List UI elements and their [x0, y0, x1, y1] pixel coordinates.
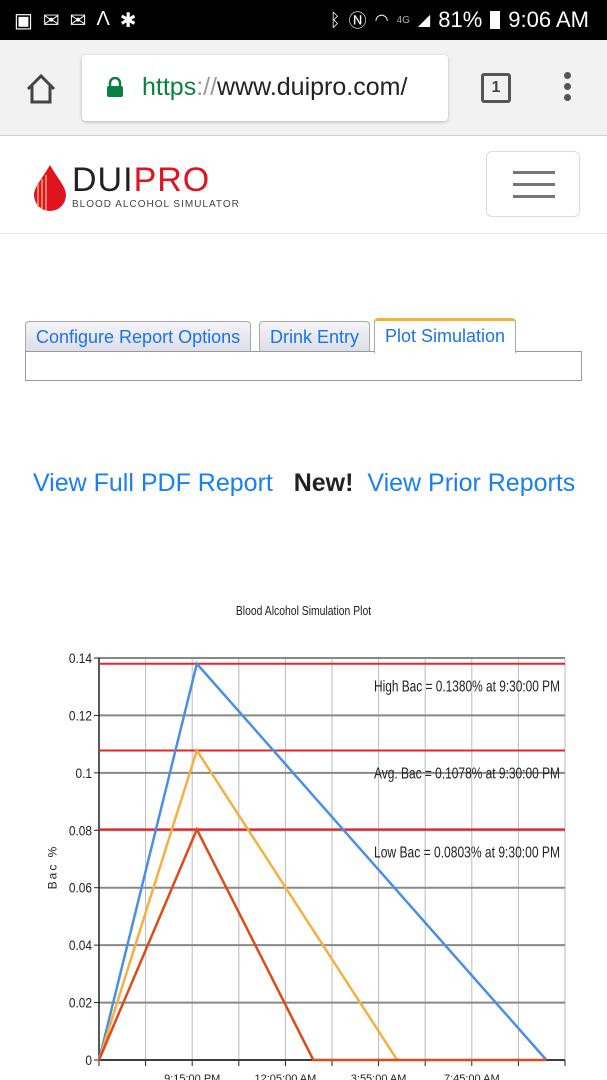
- 4g-icon: 4G: [396, 14, 410, 26]
- tab-plot-simulation[interactable]: Plot Simulation: [374, 318, 517, 353]
- y-tick-label: 0.04: [69, 937, 92, 953]
- browser-toolbar: https://www.duipro.com/ 1: [0, 40, 607, 136]
- view-full-pdf-report-link[interactable]: View Full PDF Report: [33, 469, 273, 497]
- tab-configure-report-options[interactable]: Configure Report Options: [25, 321, 252, 352]
- hamburger-menu-button[interactable]: [486, 151, 580, 217]
- x-tick-label: 12:05:00 AM: [255, 1073, 317, 1080]
- view-prior-reports-link[interactable]: View Prior Reports: [367, 469, 575, 497]
- home-icon[interactable]: [24, 72, 58, 106]
- new-badge: New!: [293, 469, 354, 497]
- duipro-logo[interactable]: DUIPRO BLOOD ALCOHOL SIMULATOR: [32, 161, 252, 211]
- tab-panel: [25, 351, 582, 381]
- logo-tagline: BLOOD ALCOHOL SIMULATOR: [72, 199, 240, 210]
- email-icon: ✉: [42, 10, 60, 32]
- x-tick-label: 7:45:00 AM: [444, 1073, 500, 1080]
- blood-drop-icon: [34, 165, 66, 211]
- reference-label: Avg. Bac = 0.1078% at 9:30:00 PM: [374, 765, 560, 782]
- wifi-icon: ◠: [374, 12, 389, 29]
- battery-percent: 81%: [438, 7, 483, 32]
- y-tick-label: 0.06: [69, 880, 92, 896]
- reference-label: High Bac = 0.1380% at 9:30:00 PM: [374, 679, 560, 696]
- notification-icons: ▣ ✉ ✉ Λ ✱: [14, 8, 137, 33]
- clock: 9:06 AM: [508, 7, 589, 32]
- x-tick-label: 3:55:00 AM: [351, 1073, 407, 1080]
- y-tick-label: 0.12: [69, 707, 92, 723]
- series-line: [97, 661, 548, 1061]
- y-tick-label: 0.1: [75, 765, 92, 781]
- battery-icon: [490, 11, 501, 29]
- y-tick-label: 0.02: [69, 995, 92, 1011]
- system-icons: ᛒ Ⓝ ◠ 4G ◢ 81% 9:06 AM: [330, 7, 589, 33]
- bluetooth-icon: ᛒ: [329, 9, 341, 30]
- a-icon: Λ: [96, 8, 110, 30]
- gallery-icon: ▣: [14, 10, 33, 32]
- chart-plot: 0 0.02 0.04 0.06 0.08 0.1 0.12 0.14 9:15:00 PM 12…: [69, 650, 566, 1080]
- status-bar: ▣ ✉ ✉ Λ ✱ ᛒ Ⓝ ◠ 4G ◢ 81% 9:06 AM: [0, 0, 607, 40]
- lock-icon: [107, 77, 123, 97]
- asterisk-icon: ✱: [119, 10, 137, 32]
- signal-icon: ◢: [417, 12, 431, 29]
- bac-chart: Blood Alcohol Simulation Plot Bac % 0 0.0…: [0, 595, 607, 1080]
- logo-wordmark: DUIPRO: [72, 161, 211, 199]
- tab-drink-entry[interactable]: Drink Entry: [259, 321, 371, 352]
- tab-switcher-button[interactable]: 1: [481, 73, 511, 103]
- y-tick-label: 0.14: [69, 650, 92, 666]
- email-icon: ✉: [69, 10, 87, 32]
- address-bar[interactable]: https://www.duipro.com/: [82, 55, 448, 121]
- overflow-menu-icon[interactable]: [562, 72, 572, 104]
- site-navbar: DUIPRO BLOOD ALCOHOL SIMULATOR: [0, 137, 607, 234]
- url-text: https://www.duipro.com/: [142, 73, 408, 101]
- y-tick-label: 0.08: [69, 822, 92, 838]
- y-tick-label: 0: [85, 1052, 92, 1068]
- report-links: View Full PDF Report New! View Prior Rep…: [26, 463, 586, 504]
- series-line: [97, 747, 399, 1061]
- nfc-icon: Ⓝ: [348, 11, 367, 31]
- x-tick-label: 9:15:00 PM: [164, 1073, 220, 1080]
- reference-label: Low Bac = 0.0803% at 9:30:00 PM: [374, 844, 560, 861]
